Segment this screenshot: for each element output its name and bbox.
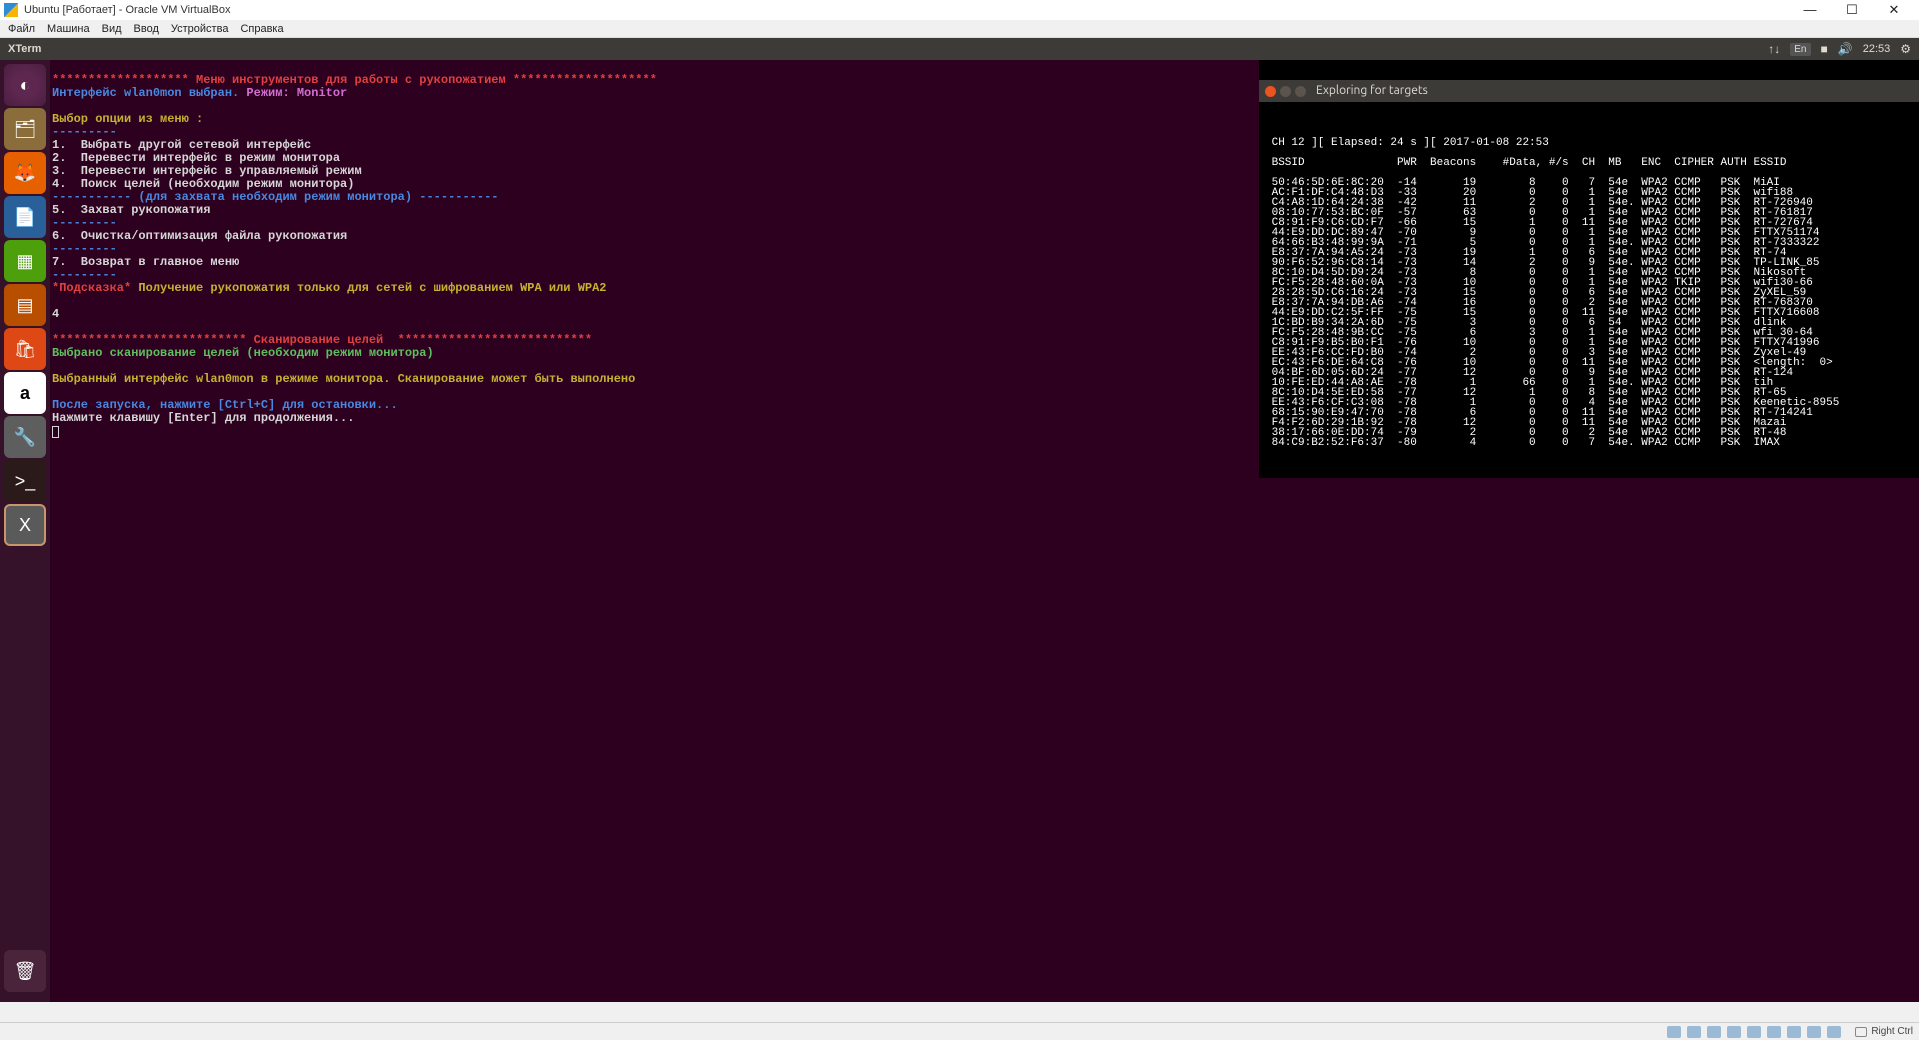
choose-option: Выбор опции из меню : [52, 112, 203, 126]
hint-text: Получение рукопожатия только для сетей с… [131, 281, 606, 295]
launcher-software-center[interactable]: 🛍 [4, 328, 46, 370]
menu-item-3: 3. Перевести интерфейс в управляемый реж… [52, 164, 362, 178]
menu-item-7: 7. Возврат в главное меню [52, 255, 239, 269]
launcher-xterm[interactable]: X [4, 504, 46, 546]
network-icon[interactable]: ↑↓ [1768, 42, 1780, 56]
gear-icon[interactable]: ⚙ [1900, 42, 1911, 56]
menu-view[interactable]: Вид [102, 23, 122, 35]
launcher-settings[interactable]: 🔧 [4, 416, 46, 458]
host-key-indicator: Right Ctrl [1855, 1026, 1913, 1037]
hint-star: *Подсказка* [52, 281, 131, 295]
airodump-row: 84:C9:B2:52:F6:37 -80 4 0 0 7 54e. WPA2 … [1265, 437, 1780, 449]
launcher-writer[interactable]: 📄 [4, 196, 46, 238]
launcher-files[interactable]: 🗂 [4, 108, 46, 150]
airodump-window[interactable]: Exploring for targets CH 12 ][ Elapsed: … [1259, 60, 1919, 478]
airodump-header: BSSID PWR Beacons #Data, #/s CH MB ENC C… [1265, 157, 1787, 169]
menu-file[interactable]: Файл [8, 23, 35, 35]
airodump-status: CH 12 ][ Elapsed: 24 s ][ 2017-01-08 22:… [1265, 137, 1549, 149]
airodump-output: CH 12 ][ Elapsed: 24 s ][ 2017-01-08 22:… [1259, 122, 1919, 458]
iface-line-b: Режим: Monitor [239, 86, 347, 100]
host-key-label: Right Ctrl [1871, 1026, 1913, 1037]
vb-status-shared-icon[interactable] [1767, 1026, 1781, 1038]
host-window-title: Ubuntu [Работает] - Oracle VM VirtualBox [24, 4, 230, 16]
launcher-terminal[interactable]: >_ [4, 460, 46, 502]
window-controls: — ☐ ✕ [1789, 2, 1915, 18]
battery-icon[interactable]: ■ [1821, 42, 1828, 56]
menu-item-1: 1. Выбрать другой сетевой интерфейс [52, 138, 311, 152]
menu-header: ******************* Меню инструментов дл… [52, 73, 657, 87]
launcher-impress[interactable]: ▤ [4, 284, 46, 326]
guest-desktop: XTerm ↑↓ En ■ 🔊 22:53 ⚙ ◐ 🗂 🦊 📄 ▦ ▤ 🛍 a … [0, 38, 1919, 1002]
keyboard-icon [1855, 1027, 1867, 1037]
sep3: --------- [52, 242, 117, 256]
vb-status-disk-icon[interactable] [1667, 1026, 1681, 1038]
menu-item-4: 4. Поиск целей (необходим режим монитора… [52, 177, 354, 191]
vb-status-optical-icon[interactable] [1687, 1026, 1701, 1038]
vb-status-recording-icon[interactable] [1807, 1026, 1821, 1038]
vb-status-usb-icon[interactable] [1747, 1026, 1761, 1038]
launcher-calc[interactable]: ▦ [4, 240, 46, 282]
iface-line-a: Интерфейс wlan0mon выбран. [52, 86, 239, 100]
vb-status-cpu-icon[interactable] [1827, 1026, 1841, 1038]
user-input: 4 [52, 307, 59, 321]
vb-status-display-icon[interactable] [1787, 1026, 1801, 1038]
volume-icon[interactable]: 🔊 [1838, 42, 1853, 56]
launcher-trash[interactable]: 🗑 [4, 950, 46, 992]
clock[interactable]: 22:53 [1863, 43, 1891, 55]
scan-line-1: Выбрано сканирование целей (необходим ре… [52, 346, 434, 360]
window-buttons [1265, 86, 1306, 97]
terminal-cursor [52, 426, 59, 438]
close-button[interactable]: ✕ [1873, 2, 1915, 18]
launcher-amazon[interactable]: a [4, 372, 46, 414]
virtualbox-status-bar: Right Ctrl [0, 1022, 1919, 1040]
host-window-titlebar: Ubuntu [Работает] - Oracle VM VirtualBox… [0, 0, 1919, 20]
scan-line-2: Выбранный интерфейс wlan0mon в режиме мо… [52, 372, 635, 386]
sep2: --------- [52, 216, 117, 230]
virtualbox-menu-bar: Файл Машина Вид Ввод Устройства Справка [0, 20, 1919, 38]
sep1: --------- [52, 125, 117, 139]
menu-item-5: 5. Захват рукопожатия [52, 203, 210, 217]
capture-sep: ----------- (для захвата необходим режим… [52, 190, 498, 204]
vb-status-network-icon[interactable] [1727, 1026, 1741, 1038]
minimize-button[interactable]: — [1789, 2, 1831, 18]
airodump-title: Exploring for targets [1316, 86, 1428, 96]
maximize-button[interactable]: ☐ [1831, 2, 1873, 18]
menu-devices[interactable]: Устройства [171, 23, 229, 35]
close-icon[interactable] [1265, 86, 1276, 97]
menu-item-2: 2. Перевести интерфейс в режим монитора [52, 151, 340, 165]
menu-help[interactable]: Справка [240, 23, 283, 35]
minimize-icon[interactable] [1280, 86, 1291, 97]
sep4: --------- [52, 268, 117, 282]
menu-input[interactable]: Ввод [134, 23, 159, 35]
airodump-titlebar: Exploring for targets [1259, 80, 1919, 102]
unity-launcher: ◐ 🗂 🦊 📄 ▦ ▤ 🛍 a 🔧 >_ X 🗑 [0, 60, 50, 1002]
after-launch-2: Нажмите клавишу [Enter] для продолжения.… [52, 411, 354, 425]
maximize-icon[interactable] [1295, 86, 1306, 97]
scan-header: *************************** Сканирование… [52, 333, 592, 347]
vb-status-audio-icon[interactable] [1707, 1026, 1721, 1038]
after-launch-1: После запуска, нажмите [Ctrl+C] для оста… [52, 398, 398, 412]
system-tray: ↑↓ En ■ 🔊 22:53 ⚙ [1768, 42, 1911, 56]
active-window-title: XTerm [8, 43, 41, 55]
menu-machine[interactable]: Машина [47, 23, 90, 35]
keyboard-layout-indicator[interactable]: En [1790, 43, 1810, 56]
ubuntu-top-panel: XTerm ↑↓ En ■ 🔊 22:53 ⚙ [0, 38, 1919, 60]
launcher-firefox[interactable]: 🦊 [4, 152, 46, 194]
menu-item-6: 6. Очистка/оптимизация файла рукопожатия [52, 229, 347, 243]
launcher-dash[interactable]: ◐ [4, 64, 46, 106]
virtualbox-icon [4, 3, 18, 17]
